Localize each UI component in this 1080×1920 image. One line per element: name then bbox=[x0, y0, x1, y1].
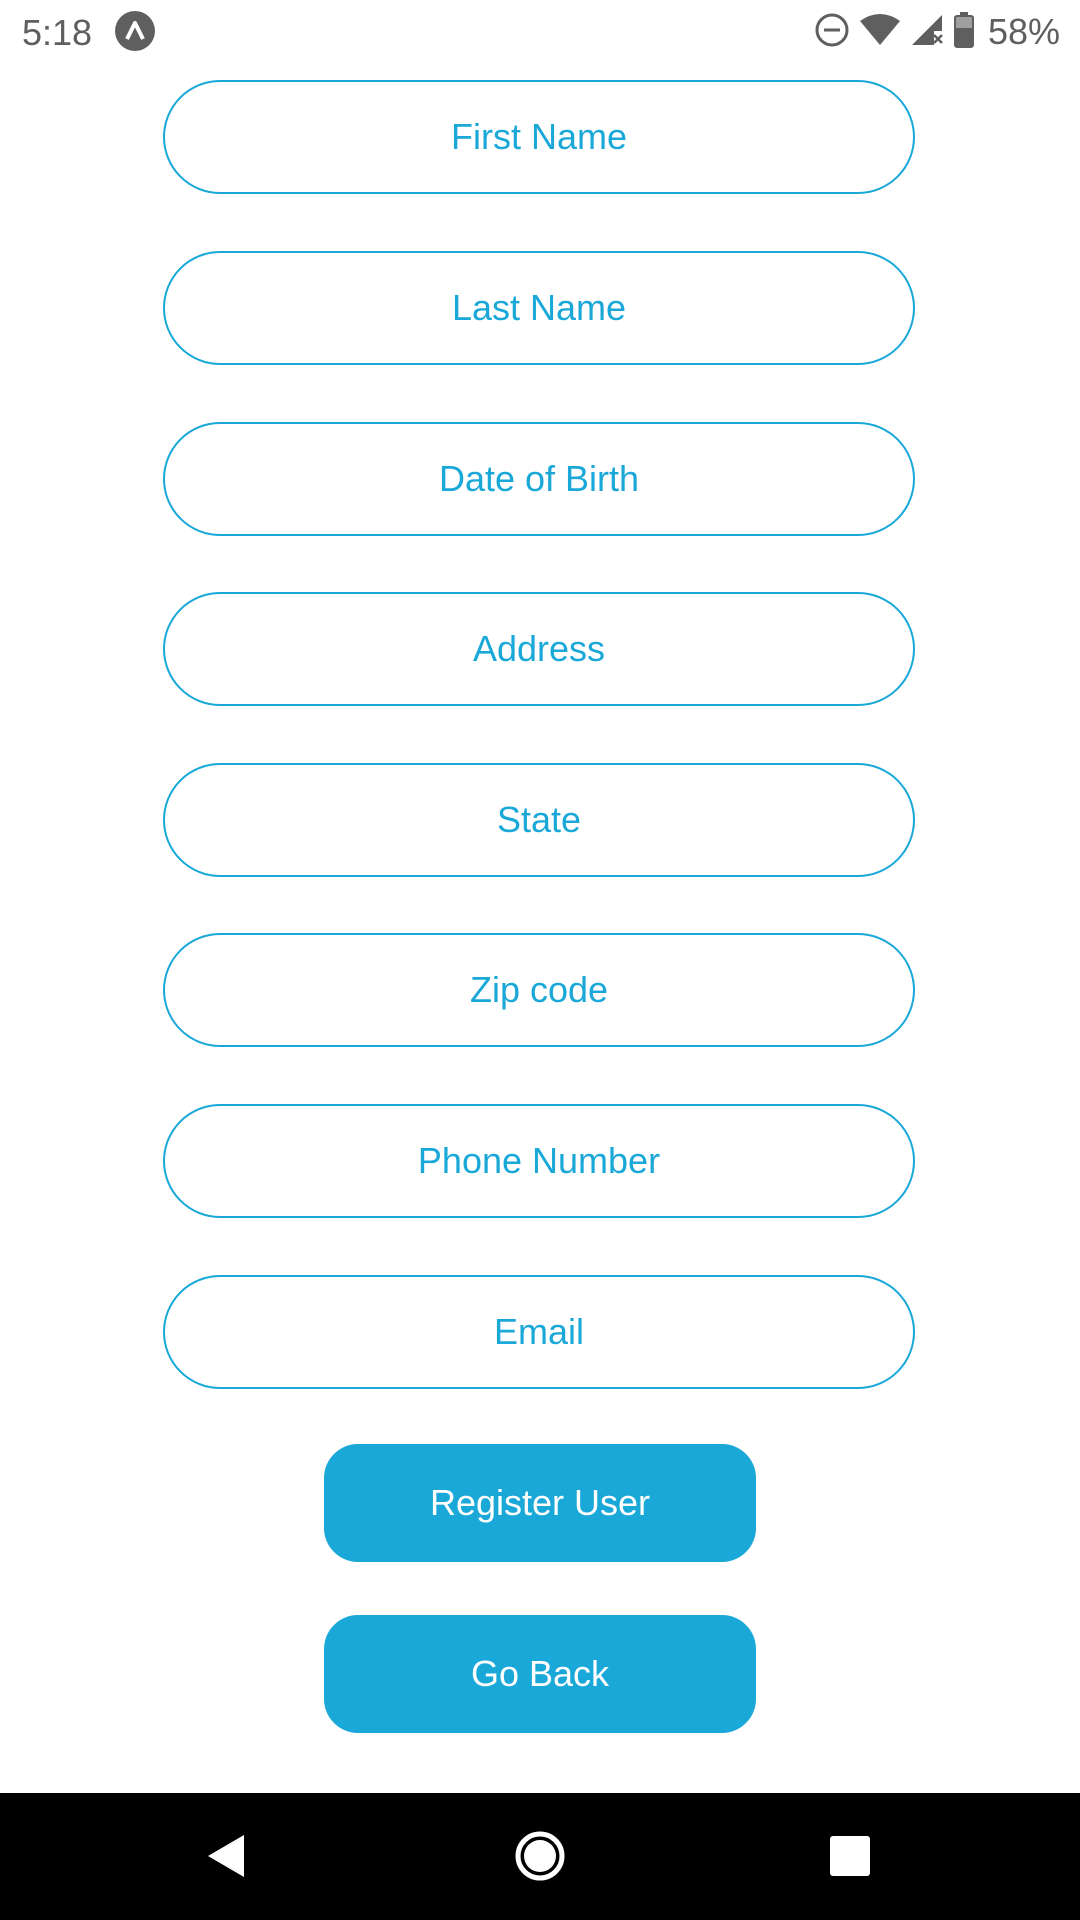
nav-back-button[interactable] bbox=[190, 1823, 260, 1893]
do-not-disturb-icon bbox=[814, 12, 850, 53]
status-icons: 58% bbox=[814, 10, 1060, 54]
back-triangle-icon bbox=[200, 1831, 250, 1886]
email-input[interactable] bbox=[200, 1310, 878, 1354]
phone-number-input[interactable] bbox=[200, 1139, 878, 1183]
recents-square-icon bbox=[828, 1834, 872, 1883]
battery-percent: 58% bbox=[987, 11, 1060, 52]
register-user-screen: 5:18 58% First Name Last Name Date of Bi… bbox=[0, 0, 1080, 1920]
address-field[interactable] bbox=[163, 592, 915, 706]
email-field[interactable] bbox=[163, 1275, 915, 1389]
cell-signal-icon bbox=[910, 13, 944, 52]
register-user-button[interactable]: Register User bbox=[324, 1444, 756, 1562]
date-of-birth-input[interactable] bbox=[200, 457, 878, 501]
zip-code-field[interactable] bbox=[163, 933, 915, 1047]
go-back-button[interactable]: Go Back bbox=[324, 1615, 756, 1733]
date-of-birth-field[interactable] bbox=[163, 422, 915, 536]
first-name-field[interactable] bbox=[163, 80, 915, 194]
last-name-field[interactable] bbox=[163, 251, 915, 365]
expo-icon bbox=[115, 11, 155, 51]
zip-code-input[interactable] bbox=[200, 968, 878, 1012]
nav-recents-button[interactable] bbox=[815, 1823, 885, 1893]
last-name-input[interactable] bbox=[200, 286, 878, 330]
nav-home-button[interactable] bbox=[505, 1823, 575, 1893]
first-name-input[interactable] bbox=[200, 115, 878, 159]
phone-number-field[interactable] bbox=[163, 1104, 915, 1218]
wifi-icon bbox=[859, 13, 900, 52]
status-time: 5:18 bbox=[22, 12, 93, 53]
status-bar: 5:18 58% bbox=[0, 0, 1080, 64]
system-nav-bar bbox=[0, 1793, 1080, 1920]
address-input[interactable] bbox=[200, 627, 878, 671]
state-field[interactable] bbox=[163, 763, 915, 877]
home-circle-icon bbox=[514, 1830, 566, 1887]
state-input[interactable] bbox=[200, 798, 878, 842]
battery-icon bbox=[953, 11, 974, 53]
